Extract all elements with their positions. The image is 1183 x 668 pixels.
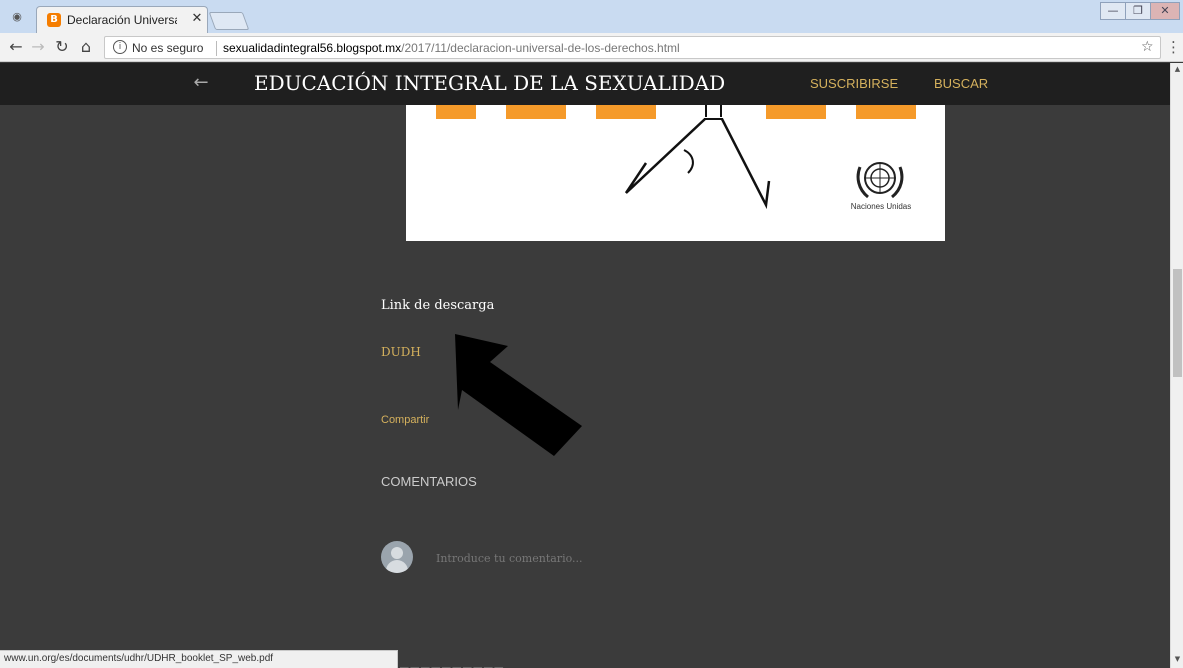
back-arrow-icon[interactable]: ← — [190, 71, 212, 95]
browser-toolbar: ← → ↻ ⌂ i No es seguro sexualidadintegra… — [0, 33, 1183, 62]
address-bar[interactable]: i No es seguro sexualidadintegral56.blog… — [104, 36, 1161, 59]
url-text[interactable]: sexualidadintegral56.blogspot.mx/2017/11… — [223, 41, 1083, 55]
status-bar: www.un.org/es/documents/udhr/UDHR_bookle… — [0, 650, 398, 668]
reload-icon[interactable]: ↻ — [52, 37, 72, 57]
search-button[interactable]: BUSCAR — [934, 76, 994, 92]
info-icon[interactable]: i — [113, 40, 127, 54]
download-heading: Link de descarga — [381, 298, 495, 313]
poster-figure-drawing — [624, 105, 771, 210]
avatar-body — [386, 560, 408, 573]
tab-strip: ◉ B Declaración Universal de ✕ — ❐ ✕ — [0, 0, 1183, 33]
url-path: /2017/11/declaracion-universal-de-los-de… — [401, 41, 680, 55]
comments-heading: COMENTARIOS — [381, 474, 477, 489]
un-label: Naciones Unidas — [850, 202, 912, 211]
browser-tab[interactable]: B Declaración Universal de ✕ — [36, 6, 208, 33]
cut-off-heading: ────────── — [400, 660, 506, 668]
menu-dots-icon[interactable]: ⋮ — [1166, 39, 1181, 57]
tab-title: Declaración Universal de — [67, 13, 177, 27]
divider — [216, 41, 217, 56]
incognito-icon: ◉ — [12, 10, 22, 23]
avatar — [381, 541, 413, 573]
scroll-down-icon[interactable]: ▼ — [1173, 655, 1182, 664]
un-emblem-icon — [856, 162, 904, 199]
page-scrollbar[interactable]: ▲ ▼ — [1170, 63, 1183, 668]
blogger-icon: B — [47, 13, 61, 27]
home-icon[interactable]: ⌂ — [76, 37, 96, 57]
scroll-thumb[interactable] — [1173, 269, 1182, 377]
maximize-button[interactable]: ❐ — [1125, 2, 1151, 20]
pointer-arrow-icon — [455, 334, 582, 456]
security-label[interactable]: No es seguro — [132, 41, 217, 55]
scroll-up-icon[interactable]: ▲ — [1173, 65, 1182, 74]
new-tab-button[interactable] — [208, 12, 250, 30]
close-icon[interactable]: ✕ — [189, 11, 205, 27]
back-arrow-icon[interactable]: ← — [6, 37, 26, 57]
window-close-button[interactable]: ✕ — [1150, 2, 1180, 20]
post-image: Naciones Unidas — [406, 105, 945, 241]
comment-input[interactable] — [436, 548, 836, 568]
minimize-button[interactable]: — — [1100, 2, 1126, 20]
download-link[interactable]: DUDH — [381, 345, 441, 363]
subscribe-button[interactable]: SUSCRIBIRSE — [810, 76, 900, 92]
forward-arrow-icon[interactable]: → — [28, 37, 48, 57]
blog-header: ← EDUCACIÓN INTEGRAL DE LA SEXUALIDAD SU… — [0, 63, 1170, 105]
bookmark-star-icon[interactable]: ☆ — [1141, 39, 1157, 55]
blog-title[interactable]: EDUCACIÓN INTEGRAL DE LA SEXUALIDAD — [254, 71, 725, 97]
avatar-head — [391, 547, 403, 559]
url-host: sexualidadintegral56.blogspot.mx — [223, 41, 402, 55]
share-link[interactable]: Compartir — [381, 414, 461, 429]
